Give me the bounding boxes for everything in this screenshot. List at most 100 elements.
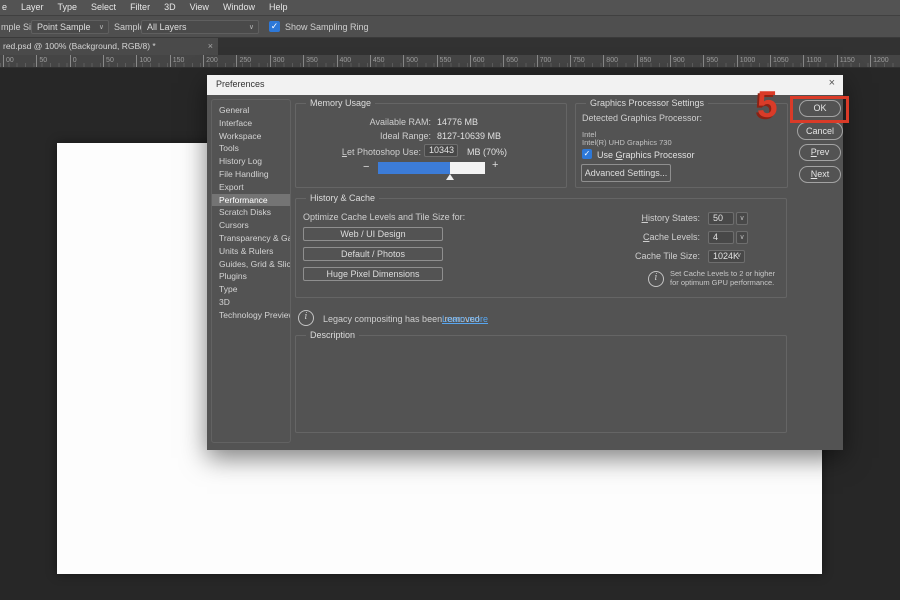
ideal-range-value: 8127-10639 MB	[437, 131, 501, 141]
gpu-cache-note: Set Cache Levels to 2 or higher for opti…	[670, 269, 782, 287]
sidebar-item-export[interactable]: Export	[212, 181, 290, 194]
dialog-title: Preferences	[216, 79, 265, 89]
ruler-label: 750	[570, 55, 585, 67]
ruler-label: 550	[437, 55, 452, 67]
advanced-settings-button[interactable]: Advanced Settings...	[581, 164, 671, 182]
sample-size-dropdown[interactable]: Point Sample ∨	[31, 20, 109, 34]
tab-bar: red.psd @ 100% (Background, RGB/8) * ×	[0, 38, 900, 55]
let-photoshop-use-label: Let Photoshop Use:	[296, 147, 421, 157]
sidebar-item-units-rulers[interactable]: Units & Rulers	[212, 245, 290, 258]
sidebar-item-general[interactable]: General	[212, 104, 290, 117]
ruler-label: 1050	[770, 55, 789, 67]
sidebar-item-workspace[interactable]: Workspace	[212, 130, 290, 143]
show-sampling-ring-label: Show Sampling Ring	[285, 22, 369, 32]
ruler-label: 700	[537, 55, 552, 67]
ruler-label: 200	[203, 55, 218, 67]
memory-usage-group: Memory Usage Available RAM: 14776 MB Ide…	[295, 103, 567, 188]
dropdown-row-history-states: History States:50∨	[576, 212, 788, 225]
sidebar-item-technology-previews[interactable]: Technology Previews	[212, 309, 290, 322]
ruler-label: 400	[337, 55, 352, 67]
prev-button[interactable]: Prev	[799, 144, 841, 161]
ruler-label: 100	[136, 55, 151, 67]
ruler-label: 950	[703, 55, 718, 67]
ram-amount-input[interactable]: 10343	[424, 144, 458, 157]
dropdown-row-cache-tile-size: Cache Tile Size:1024K∨	[576, 250, 788, 263]
slider-plus-button[interactable]: +	[492, 159, 498, 171]
chevron-down-icon[interactable]: ∨	[736, 212, 748, 225]
menu-item-e[interactable]: e	[0, 0, 14, 15]
ruler-label: 350	[303, 55, 318, 67]
chevron-down-icon[interactable]: ∨	[736, 231, 748, 244]
use-gpu-checkbox[interactable]: ✓	[582, 149, 592, 159]
cancel-button[interactable]: Cancel	[797, 122, 843, 140]
sample-dropdown[interactable]: All Layers ∨	[141, 20, 259, 34]
preset-button-web-ui-design[interactable]: Web / UI Design	[303, 227, 443, 241]
chevron-down-icon[interactable]: ∨	[734, 250, 744, 263]
cache-levels-label: Cache Levels:	[576, 232, 700, 242]
learn-more-link[interactable]: Learn more	[442, 314, 488, 324]
menu-item-layer[interactable]: Layer	[14, 0, 51, 15]
use-gpu-label: Use Graphics Processor	[597, 150, 695, 160]
dialog-title-bar[interactable]: Preferences ×	[207, 75, 843, 95]
menu-item-type[interactable]: Type	[51, 0, 85, 15]
menu-item-help[interactable]: Help	[262, 0, 295, 15]
gpu-model: Intel(R) UHD Graphics 730	[582, 138, 672, 147]
next-button[interactable]: Next	[799, 166, 841, 183]
ram-slider-thumb[interactable]	[446, 174, 454, 180]
sidebar-item-cursors[interactable]: Cursors	[212, 219, 290, 232]
available-ram-value: 14776 MB	[437, 117, 478, 127]
menu-item-view[interactable]: View	[183, 0, 216, 15]
document-tab-title: red.psd @ 100% (Background, RGB/8) *	[3, 41, 156, 51]
cache-tile-size-label: Cache Tile Size:	[576, 251, 700, 261]
menu-item-window[interactable]: Window	[216, 0, 262, 15]
ram-slider-track[interactable]	[378, 162, 485, 174]
ideal-range-label: Ideal Range:	[296, 131, 431, 141]
sidebar-item-history-log[interactable]: History Log	[212, 155, 290, 168]
sidebar-item-type[interactable]: Type	[212, 283, 290, 296]
ruler-label: 00	[3, 55, 14, 67]
sample-size-value: Point Sample	[37, 22, 91, 32]
chevron-down-icon: ∨	[99, 23, 104, 32]
sidebar-item-tools[interactable]: Tools	[212, 142, 290, 155]
preset-button-huge-pixel-dimensions[interactable]: Huge Pixel Dimensions	[303, 267, 443, 281]
sidebar-item-interface[interactable]: Interface	[212, 117, 290, 130]
ruler-label: 250	[236, 55, 251, 67]
sidebar-item-plugins[interactable]: Plugins	[212, 270, 290, 283]
history-states-dropdown[interactable]: 50	[708, 212, 734, 225]
detected-gpu-label: Detected Graphics Processor:	[582, 113, 702, 123]
menu-item-filter[interactable]: Filter	[123, 0, 157, 15]
sidebar-item-3d[interactable]: 3D	[212, 296, 290, 309]
sidebar-item-performance[interactable]: Performance	[212, 194, 290, 207]
optimize-label: Optimize Cache Levels and Tile Size for:	[303, 212, 465, 222]
info-icon: i	[298, 310, 314, 326]
info-icon: i	[648, 271, 664, 287]
options-bar: mple Size: Point Sample ∨ Sample: All La…	[0, 15, 900, 38]
ruler-label: 450	[370, 55, 385, 67]
cache-levels-dropdown[interactable]: 4	[708, 231, 734, 244]
show-sampling-ring-checkbox[interactable]: ✓	[269, 21, 280, 32]
description-group: Description	[295, 335, 787, 433]
description-title: Description	[306, 330, 359, 341]
menu-item-select[interactable]: Select	[84, 0, 123, 15]
ruler-label: 50	[36, 55, 47, 67]
ruler-label: 500	[403, 55, 418, 67]
slider-minus-button[interactable]: −	[363, 161, 369, 173]
menu-item-3d[interactable]: 3D	[157, 0, 183, 15]
history-cache-title: History & Cache	[306, 193, 379, 204]
sidebar-item-transparency-gamut[interactable]: Transparency & Gamut	[212, 232, 290, 245]
preset-button-default-photos[interactable]: Default / Photos	[303, 247, 443, 261]
ruler-label: 900	[670, 55, 685, 67]
document-tab[interactable]: red.psd @ 100% (Background, RGB/8) * ×	[0, 38, 218, 55]
horizontal-ruler: 0050050100150200250300350400450500550600…	[0, 55, 900, 68]
ruler-label: 850	[637, 55, 652, 67]
dropdown-row-cache-levels: Cache Levels: 4∨	[576, 231, 788, 244]
sidebar-item-guides-grid-slices[interactable]: Guides, Grid & Slices	[212, 258, 290, 271]
sample-value: All Layers	[147, 22, 187, 32]
tab-close-icon[interactable]: ×	[208, 38, 213, 55]
check-icon: ✓	[271, 21, 279, 31]
sidebar-item-scratch-disks[interactable]: Scratch Disks	[212, 206, 290, 219]
sidebar-item-file-handling[interactable]: File Handling	[212, 168, 290, 181]
gpu-settings-title: Graphics Processor Settings	[586, 98, 708, 109]
ruler-label: 300	[270, 55, 285, 67]
dialog-close-icon[interactable]: ×	[829, 77, 835, 89]
